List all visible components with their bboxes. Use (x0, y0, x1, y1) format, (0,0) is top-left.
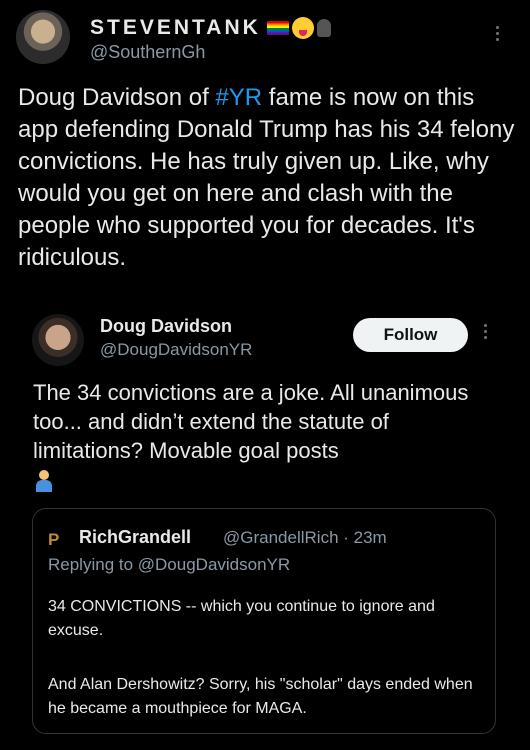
quoted-post-card[interactable]: P RichGrandell @GrandellRich · 23m Reply… (32, 508, 496, 734)
replying-to-label: Replying to @DougDavidsonYR (48, 555, 291, 574)
author-avatar[interactable] (16, 10, 70, 64)
name-emoji-group (266, 17, 331, 39)
squinting-tongue-face-icon (291, 17, 314, 39)
reply-author-name[interactable]: Doug Davidson (100, 316, 232, 337)
author-name[interactable]: STEVENTANK (90, 16, 331, 40)
follow-button[interactable]: Follow (353, 318, 468, 352)
rainbow-flag-icon (266, 21, 289, 35)
reply-author-handle[interactable]: @DougDavidsonYR (100, 340, 252, 360)
quoted-author-handle-time: @GrandellRich · 23m (223, 528, 387, 547)
author-display-name: STEVENTANK (90, 16, 261, 39)
quoted-paragraph-1: 34 CONVICTIONS -- which you continue to … (48, 598, 435, 639)
hashtag-link[interactable]: #YR (215, 84, 262, 111)
quoted-author-name[interactable]: RichGrandell (79, 527, 191, 548)
author-handle[interactable]: @SouthernGh (90, 42, 205, 63)
more-options-icon[interactable] (484, 324, 487, 339)
quoted-author-avatar[interactable]: P (48, 530, 59, 550)
post-text-end: fame is now on this app defending Donald… (18, 84, 515, 271)
more-options-icon[interactable] (496, 26, 499, 41)
person-shrugging-icon (33, 470, 55, 493)
post-text-start: Doug Davidson of (18, 84, 216, 111)
post-text: Doug Davidson of #YR fame is now on this… (18, 82, 518, 274)
quoted-paragraph-2: And Alan Dershowitz? Sorry, his "scholar… (48, 676, 473, 717)
reply-text-content: The 34 convictions are a joke. All unani… (33, 380, 469, 463)
speaking-head-icon (316, 19, 331, 37)
reply-author-avatar[interactable] (32, 314, 84, 366)
reply-text: The 34 convictions are a joke. All unani… (33, 378, 503, 494)
